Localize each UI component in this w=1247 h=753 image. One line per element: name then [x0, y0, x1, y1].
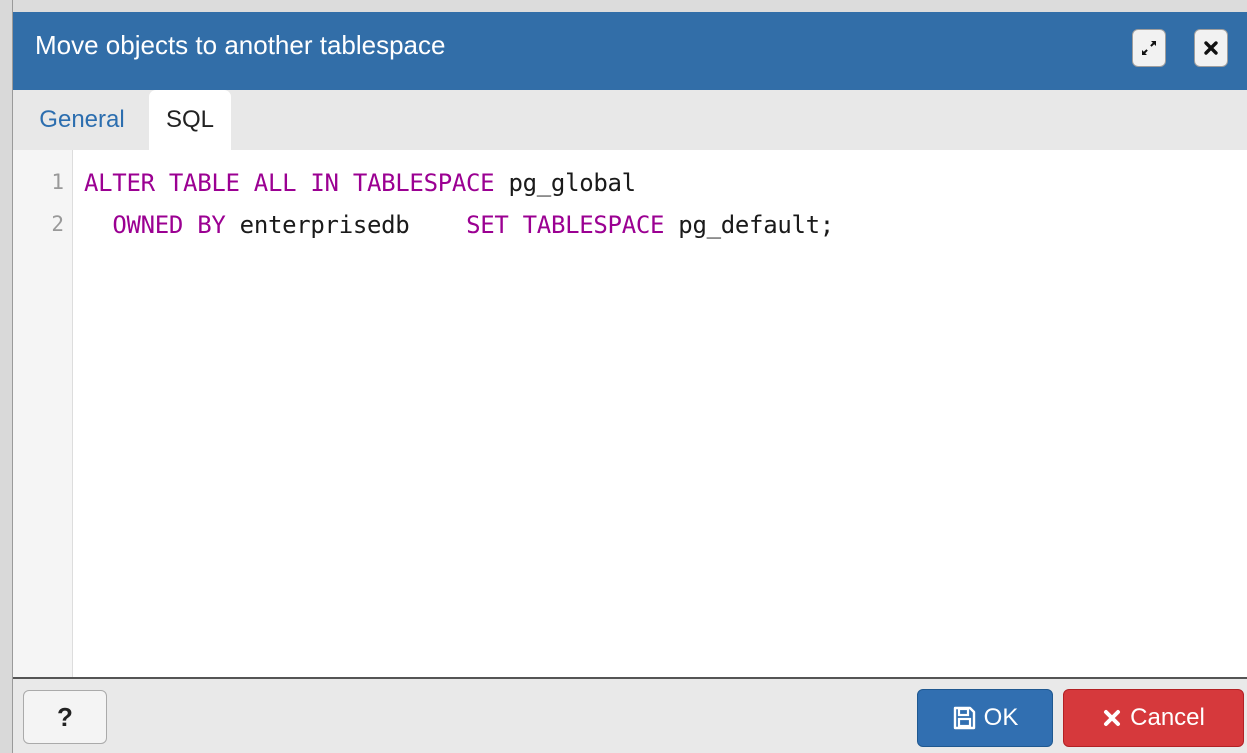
close-x-icon — [1204, 41, 1218, 55]
line-number-gutter: 1 2 — [13, 150, 73, 677]
maximize-button[interactable] — [1132, 29, 1166, 67]
line-number: 1 — [51, 170, 64, 194]
ok-label: OK — [983, 704, 1019, 731]
sql-identifier: pg_global — [494, 169, 636, 197]
sql-keyword: ALTER TABLE ALL IN TABLESPACE — [84, 169, 495, 197]
tab-general[interactable]: General — [19, 90, 145, 150]
line-number: 2 — [51, 212, 64, 236]
dialog-footer: ? OK Cancel — [13, 677, 1247, 753]
sql-identifier: pg_default; — [664, 211, 834, 239]
expand-arrows-icon — [1142, 41, 1156, 55]
cancel-label: Cancel — [1130, 704, 1205, 731]
sql-keyword: SET TABLESPACE — [466, 211, 665, 239]
tab-bar: General SQL — [13, 90, 1247, 150]
dialog-title: Move objects to another tablespace — [35, 30, 446, 60]
close-button[interactable] — [1194, 29, 1228, 67]
code-line: OWNED BY enterprisedb SET TABLESPACE pg_… — [84, 211, 834, 239]
sql-keyword: OWNED BY — [112, 211, 226, 239]
code-line: ALTER TABLE ALL IN TABLESPACE pg_global — [84, 169, 636, 197]
ok-button[interactable]: OK — [917, 689, 1053, 747]
move-objects-dialog: Move objects to another tablespace Gener… — [12, 0, 1247, 753]
floppy-disk-icon — [953, 706, 975, 730]
help-button[interactable]: ? — [23, 690, 107, 744]
tab-sql[interactable]: SQL — [149, 90, 231, 150]
dialog-titlebar[interactable]: Move objects to another tablespace — [13, 0, 1247, 90]
sql-identifier: enterprisedb — [225, 211, 467, 239]
close-x-icon — [1104, 710, 1121, 726]
cancel-button[interactable]: Cancel — [1063, 689, 1244, 747]
sql-editor[interactable]: 1 2 ALTER TABLE ALL IN TABLESPACE pg_glo… — [13, 150, 1247, 677]
